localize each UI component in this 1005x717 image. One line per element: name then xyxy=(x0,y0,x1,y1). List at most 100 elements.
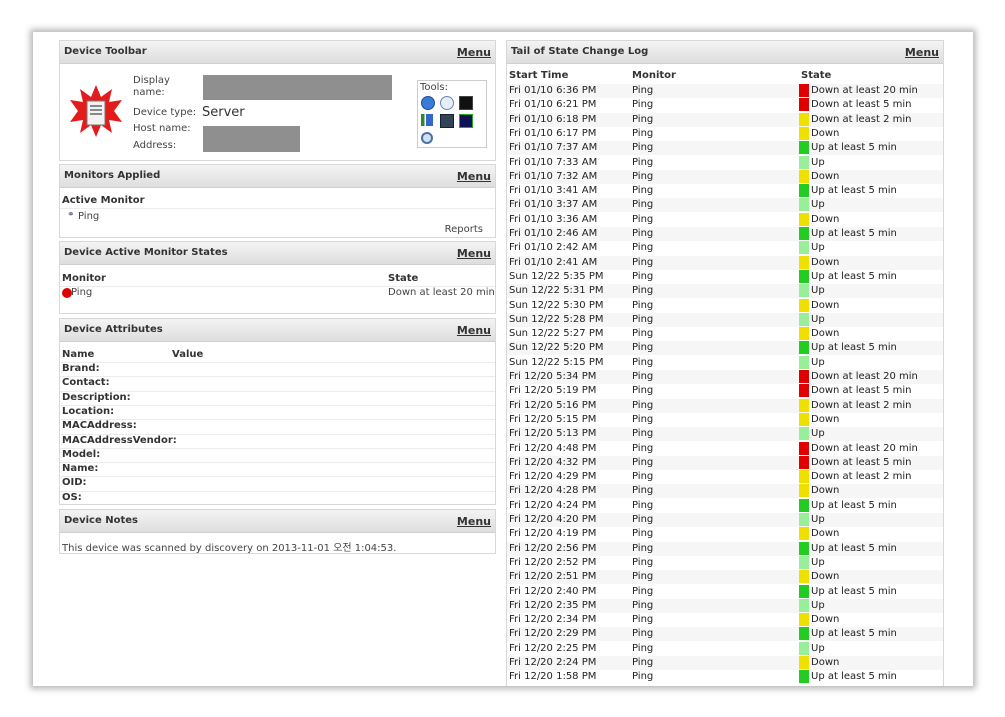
log-monitor[interactable]: Ping xyxy=(632,457,653,468)
log-state: Down xyxy=(811,571,840,583)
log-monitor[interactable]: Ping xyxy=(632,271,653,282)
log-monitor[interactable]: Ping xyxy=(632,471,653,482)
log-monitor[interactable]: Ping xyxy=(632,400,653,411)
state-color-swatch xyxy=(799,169,809,183)
log-monitor[interactable]: Ping xyxy=(632,300,653,311)
state-color-swatch xyxy=(799,126,809,140)
log-monitor[interactable]: Ping xyxy=(632,99,653,110)
panel-header: Device Active Monitor States Menu xyxy=(60,242,495,265)
log-monitor[interactable]: Ping xyxy=(632,557,653,568)
log-monitor[interactable]: Ping xyxy=(632,586,653,597)
search-icon[interactable] xyxy=(421,132,433,144)
monitor-ping-link[interactable]: Ping xyxy=(78,211,99,222)
log-monitor[interactable]: Ping xyxy=(632,199,653,210)
state-color-swatch xyxy=(799,327,809,341)
active-monitor-states-panel: Device Active Monitor States Menu Monito… xyxy=(59,241,496,314)
log-start-time: Fri 12/20 2:35 PM xyxy=(509,599,597,611)
state-change-log-panel: Tail of State Change Log Menu Start Time… xyxy=(506,40,944,686)
log-row: Sun 12/22 5:28 PM Ping Up xyxy=(507,312,943,327)
log-row: Fri 01/10 6:18 PM Ping Down at least 2 min xyxy=(507,112,943,127)
reports-link[interactable]: Reports xyxy=(445,224,483,235)
log-start-time: Sun 12/22 5:35 PM xyxy=(509,270,604,282)
log-monitor[interactable]: Ping xyxy=(632,114,653,125)
log-start-time: Fri 01/10 2:42 AM xyxy=(509,242,598,254)
tools-box: Tools: xyxy=(417,80,487,148)
terminal-icon[interactable] xyxy=(459,96,473,110)
state-color-swatch xyxy=(799,284,809,298)
log-start-time: Sun 12/22 5:15 PM xyxy=(509,356,604,368)
state-color-swatch xyxy=(799,613,809,627)
log-state: Down xyxy=(811,413,840,425)
log-monitor[interactable]: Ping xyxy=(632,514,653,525)
log-monitor[interactable]: Ping xyxy=(632,357,653,368)
log-monitor[interactable]: Ping xyxy=(632,543,653,554)
log-monitor[interactable]: Ping xyxy=(632,600,653,611)
state-monitor-ping[interactable]: Ping xyxy=(71,287,92,298)
log-monitor[interactable]: Ping xyxy=(632,671,653,682)
log-start-time: Sun 12/22 5:28 PM xyxy=(509,313,604,325)
log-row: Fri 01/10 6:36 PM Ping Down at least 20 mi… xyxy=(507,84,943,98)
log-start-time: Fri 12/20 4:28 PM xyxy=(509,485,597,497)
menu-link[interactable]: Menu xyxy=(457,515,491,528)
log-start-time: Fri 01/10 6:21 PM xyxy=(509,99,597,111)
log-row: Fri 12/20 5:34 PM Ping Down at least 20 mi… xyxy=(507,370,943,384)
menu-link[interactable]: Menu xyxy=(457,170,491,183)
log-monitor[interactable]: Ping xyxy=(632,285,653,296)
state-color-swatch xyxy=(799,656,809,669)
menu-link[interactable]: Menu xyxy=(457,324,491,337)
log-row: Fri 01/10 6:21 PM Ping Down at least 5 min xyxy=(507,98,943,113)
log-state: Up at least 5 min xyxy=(811,228,897,239)
log-monitor[interactable]: Ping xyxy=(632,643,653,654)
log-monitor[interactable]: Ping xyxy=(632,228,653,239)
menu-link[interactable]: Menu xyxy=(457,247,491,260)
log-start-time: Fri 12/20 2:24 PM xyxy=(509,657,597,668)
log-monitor[interactable]: Ping xyxy=(632,443,653,454)
log-monitor[interactable]: Ping xyxy=(632,428,653,439)
log-start-time: Fri 12/20 4:20 PM xyxy=(509,514,597,525)
dashboard-frame: Device Toolbar Menu Display name: Device… xyxy=(33,32,973,686)
log-row: Fri 12/20 5:16 PM Ping Down at least 2 min xyxy=(507,398,943,413)
log-monitor[interactable]: Ping xyxy=(632,157,653,168)
state-color-swatch xyxy=(799,255,809,269)
log-monitor[interactable]: Ping xyxy=(632,128,653,139)
log-monitor[interactable]: Ping xyxy=(632,85,653,96)
log-row: Sun 12/22 5:20 PM Ping Up at least 5 min xyxy=(507,341,943,356)
log-monitor[interactable]: Ping xyxy=(632,528,653,539)
log-monitor[interactable]: Ping xyxy=(632,628,653,639)
log-monitor[interactable]: Ping xyxy=(632,328,653,339)
log-start-time: Fri 12/20 2:34 PM xyxy=(509,614,597,626)
log-monitor[interactable]: Ping xyxy=(632,614,653,625)
log-state: Up xyxy=(811,356,825,368)
monitor-icon[interactable] xyxy=(440,114,454,128)
log-monitor[interactable]: Ping xyxy=(632,214,653,225)
log-monitor[interactable]: Ping xyxy=(632,142,653,153)
log-monitor[interactable]: Ping xyxy=(632,242,653,253)
log-monitor[interactable]: Ping xyxy=(632,385,653,396)
clock-icon[interactable] xyxy=(440,96,454,110)
log-row: Fri 01/10 3:37 AM Ping Up xyxy=(507,198,943,213)
state-color-swatch xyxy=(799,441,809,455)
log-row: Fri 12/20 2:56 PM Ping Up at least 5 min xyxy=(507,541,943,556)
log-monitor[interactable]: Ping xyxy=(632,571,653,582)
globe-icon[interactable] xyxy=(421,96,435,110)
log-monitor[interactable]: Ping xyxy=(632,171,653,182)
log-monitor[interactable]: Ping xyxy=(632,657,653,668)
log-monitor[interactable]: Ping xyxy=(632,414,653,425)
log-monitor[interactable]: Ping xyxy=(632,342,653,353)
log-row: Sun 12/22 5:35 PM Ping Up at least 5 min xyxy=(507,269,943,284)
chart-icon[interactable] xyxy=(421,114,433,126)
menu-link[interactable]: Menu xyxy=(905,46,939,59)
log-monitor[interactable]: Ping xyxy=(632,371,653,382)
log-monitor[interactable]: Ping xyxy=(632,485,653,496)
log-state: Down xyxy=(811,256,840,268)
menu-link[interactable]: Menu xyxy=(457,46,491,59)
network-icon[interactable] xyxy=(459,114,473,128)
log-monitor[interactable]: Ping xyxy=(632,500,653,511)
log-monitor[interactable]: Ping xyxy=(632,257,653,268)
log-monitor[interactable]: Ping xyxy=(632,185,653,196)
log-state: Up xyxy=(811,514,825,525)
log-monitor[interactable]: Ping xyxy=(632,314,653,325)
log-start-time: Fri 12/20 2:29 PM xyxy=(509,628,597,640)
monitors-applied-panel: Monitors Applied Menu Active Monitor ⚭ P… xyxy=(59,164,496,238)
log-row: Fri 12/20 5:13 PM Ping Up xyxy=(507,427,943,442)
